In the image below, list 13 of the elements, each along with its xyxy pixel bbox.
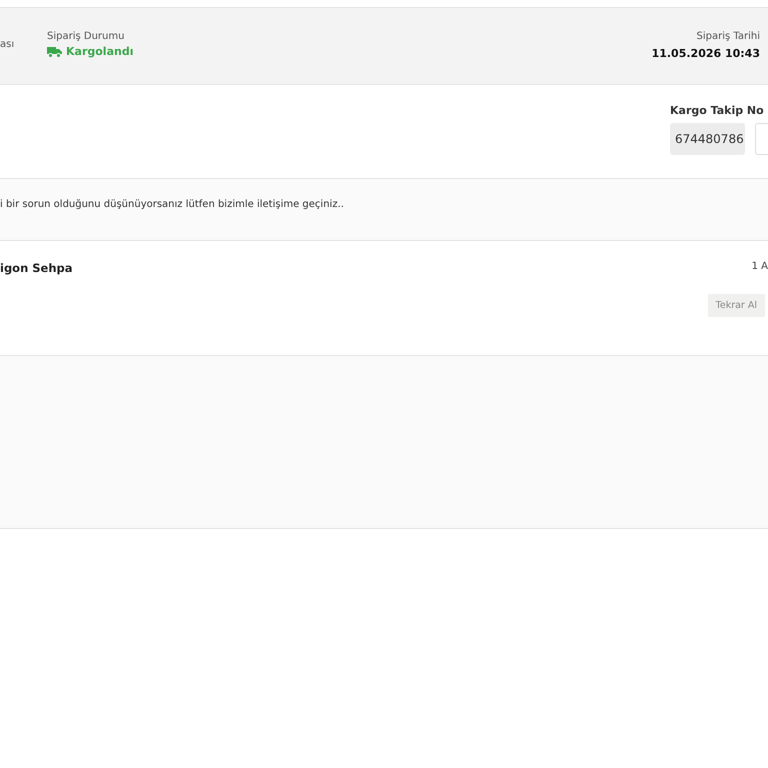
product-quantity: 1 A — [752, 261, 768, 272]
side-box[interactable] — [755, 123, 768, 155]
order-date: 11.05.2026 10:43 — [652, 47, 760, 60]
status-value: Kargolandı — [66, 45, 134, 58]
status-label: Sipariş Durumu — [47, 31, 126, 42]
truck-icon — [47, 46, 62, 58]
notice-text: i bir sorun olduğunu düşünüyorsanız lütfen bizimle iletişime geçiniz.. — [0, 199, 344, 210]
tracking-number-field: 674480786 — [670, 123, 745, 155]
column-label: ası — [0, 38, 16, 50]
product-name: igon Sehpa — [0, 261, 73, 277]
buy-again-button[interactable]: Tekrar Al — [708, 294, 765, 317]
tracking-label: Kargo Takip No — [670, 104, 765, 117]
date-label: Sipariş Tarihi — [696, 31, 760, 42]
